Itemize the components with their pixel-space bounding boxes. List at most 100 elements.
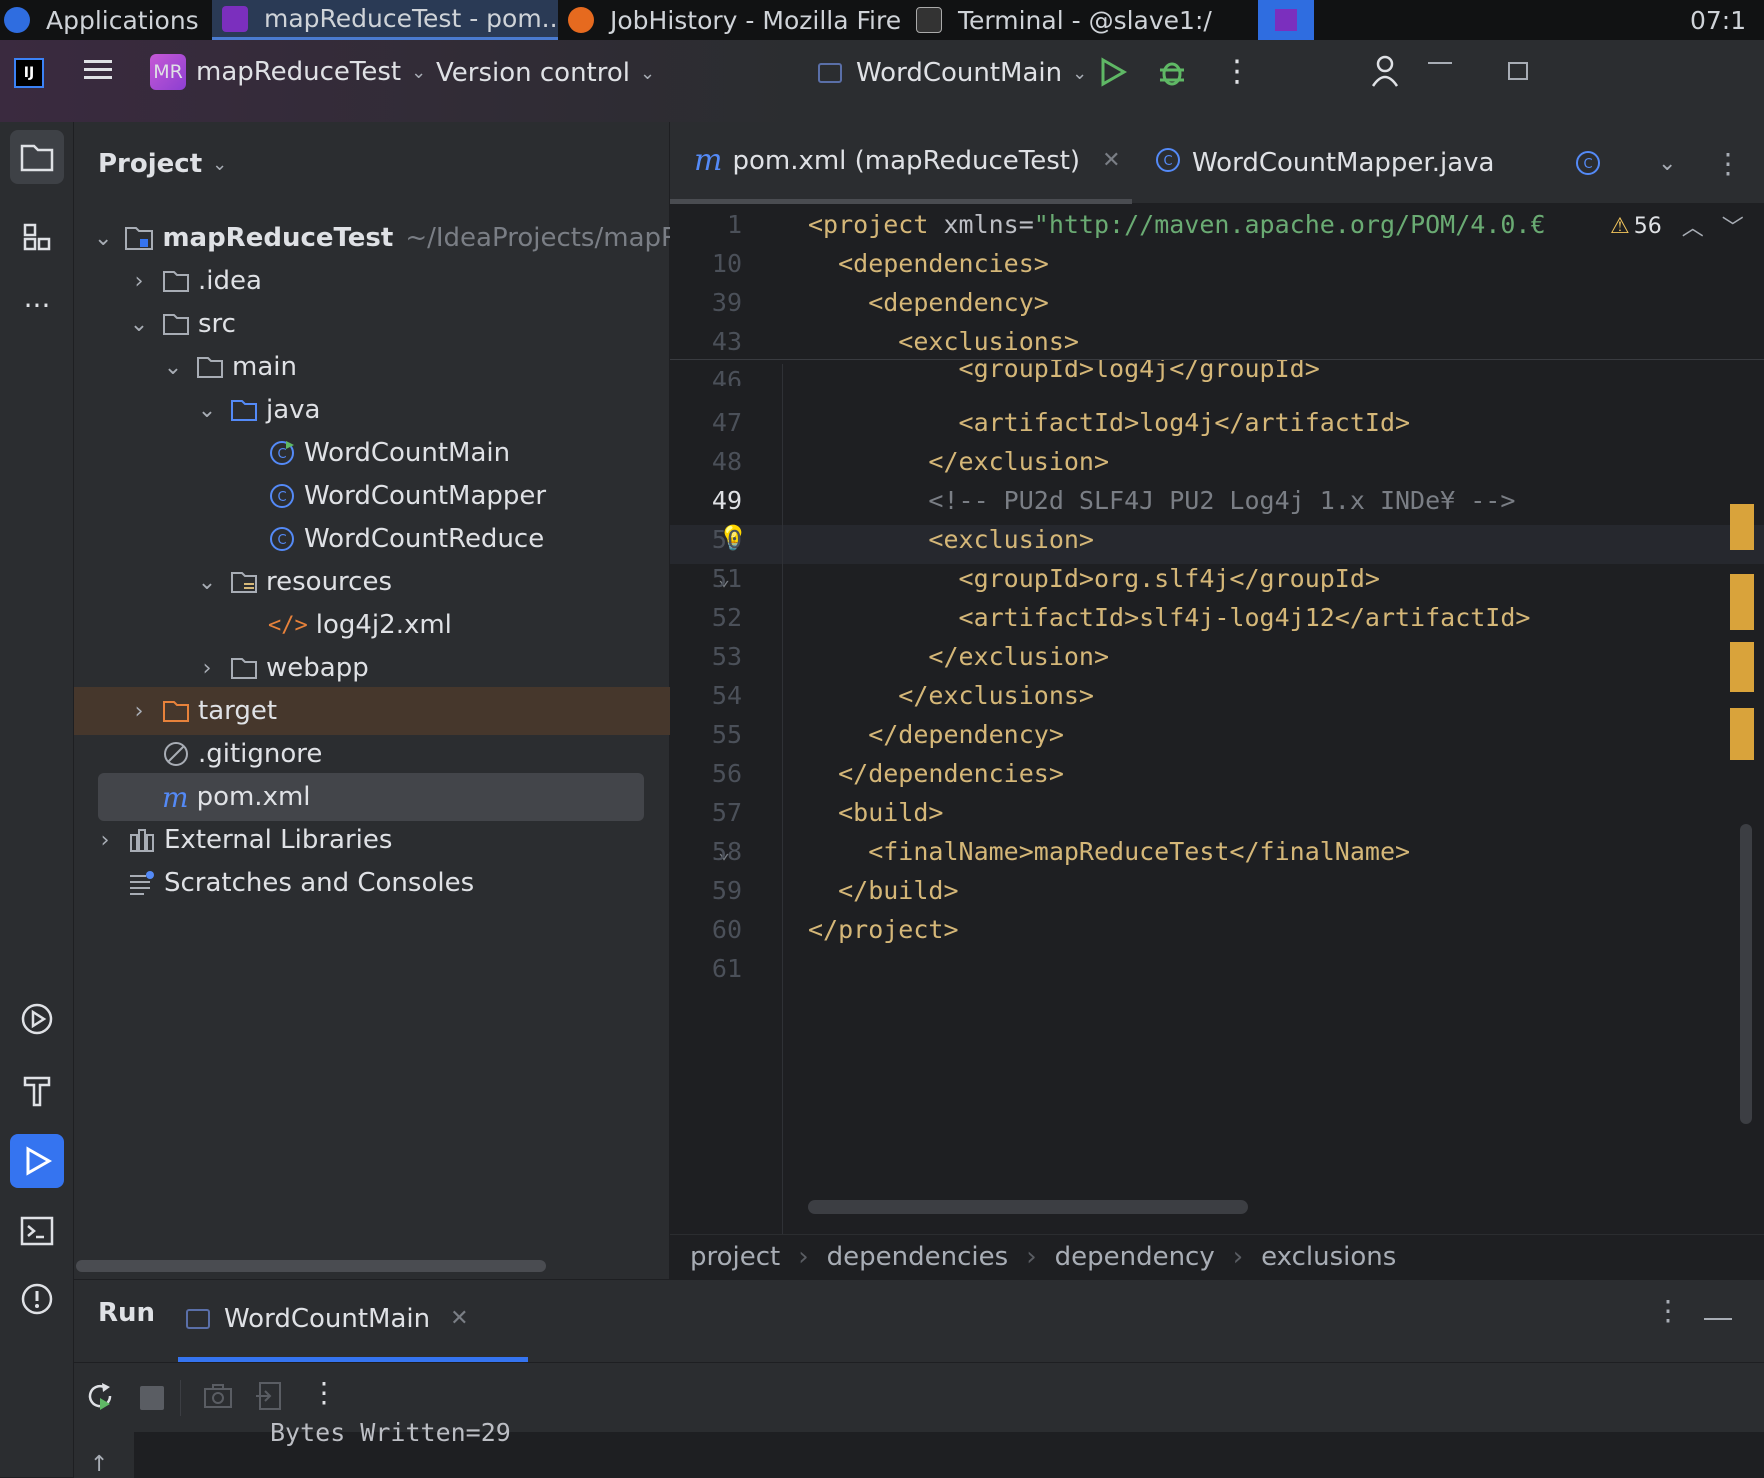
account-button[interactable] xyxy=(1370,54,1400,88)
tree-node-gitignore[interactable]: .gitignore xyxy=(74,730,670,778)
main-menu-button[interactable] xyxy=(82,54,114,86)
editor-v-scrollbar[interactable] xyxy=(1740,824,1752,1124)
chevron-down-icon: ⌄ xyxy=(1072,62,1088,84)
close-icon[interactable]: ✕ xyxy=(450,1306,468,1331)
run-tab-wordcountmain[interactable]: WordCountMain ✕ xyxy=(178,1280,528,1362)
folder-icon xyxy=(162,312,190,336)
excluded-folder-icon xyxy=(162,699,190,723)
console-area[interactable]: ↑ Bytes Written=29 xyxy=(74,1418,1764,1478)
code-line: </dependencies> xyxy=(808,759,1064,788)
tree-node-idea[interactable]: › .idea xyxy=(74,257,670,305)
run-config-selector[interactable]: WordCountMain ⌄ xyxy=(818,58,1087,88)
applications-icon xyxy=(4,7,30,33)
code-line: <artifactId>slf4j-log4j12</artifactId> xyxy=(808,603,1531,632)
tree-node-target[interactable]: › target xyxy=(74,687,670,735)
warning-icon: ⚠ xyxy=(1610,213,1630,239)
project-view-selector[interactable]: Project ⌄ xyxy=(98,140,398,188)
tree-node-log4j2[interactable]: </> log4j2.xml xyxy=(74,601,670,649)
taskbar-window-intellij[interactable]: mapReduceTest - pom.... xyxy=(212,0,558,40)
tree-node-src[interactable]: ⌄ src xyxy=(74,300,670,348)
run-tool-button[interactable] xyxy=(10,1134,64,1188)
chevron-down-icon: ⌄ xyxy=(129,311,149,337)
inspection-widget[interactable]: ⚠ 56 ︿ ﹀ xyxy=(1610,210,1744,242)
project-badge: MR xyxy=(150,54,186,90)
code-line: <artifactId>log4j</artifactId> xyxy=(808,408,1411,437)
breadcrumb-item[interactable]: project xyxy=(690,1242,780,1272)
problems-tool-button[interactable] xyxy=(10,1272,64,1326)
run-panel-title: Run xyxy=(98,1298,156,1328)
error-stripe-marker[interactable] xyxy=(1730,708,1754,760)
tree-node-wordcountreduce[interactable]: C WordCountReduce xyxy=(74,515,670,563)
error-stripe-marker[interactable] xyxy=(1730,642,1754,692)
restore-icon[interactable] xyxy=(1508,62,1528,80)
rerun-icon xyxy=(88,1383,112,1410)
code-line: <finalName>mapReduceTest</finalName> xyxy=(808,837,1411,866)
tree-node-scratches[interactable]: Scratches and Consoles xyxy=(74,859,670,907)
taskbar-window-terminal[interactable]: Terminal - @slave1:/ xyxy=(910,0,1240,40)
ide-header: IJ MR mapReduceTest ⌄ Version control ⌄ … xyxy=(0,40,1764,122)
terminal-tool-button[interactable] xyxy=(10,1204,64,1258)
more-actions-icon[interactable]: ⋮ xyxy=(1222,54,1252,89)
breadcrumb-item[interactable]: exclusions xyxy=(1261,1242,1396,1272)
run-config-icon xyxy=(818,63,842,83)
build-tool-button[interactable] xyxy=(10,1064,64,1118)
tree-node-pom[interactable]: m pom.xml xyxy=(98,773,644,821)
tab-pom[interactable]: m pom.xml (mapReduceTest) ✕ xyxy=(670,122,1132,204)
services-tool-button[interactable] xyxy=(10,992,64,1046)
error-stripe-marker[interactable] xyxy=(1730,574,1754,630)
chevron-down-icon[interactable]: ﹀ xyxy=(1722,210,1744,242)
screenshot-button[interactable] xyxy=(202,1380,234,1416)
chevron-right-icon: › xyxy=(134,268,144,294)
chevron-right-icon: › xyxy=(100,827,110,853)
svg-text:C: C xyxy=(277,447,286,462)
tree-node-wordcountmapper[interactable]: C WordCountMapper xyxy=(74,472,670,520)
version-control-menu[interactable]: Version control ⌄ xyxy=(436,58,655,88)
breadcrumb-separator-icon: › xyxy=(1232,1242,1244,1272)
chevron-down-icon: ⌄ xyxy=(163,354,183,380)
structure-tool-button[interactable] xyxy=(10,210,64,264)
run-minimize-icon[interactable] xyxy=(1704,1318,1732,1320)
tree-node-wordcountmain[interactable]: C WordCountMain xyxy=(74,429,670,477)
scroll-up-icon[interactable]: ↑ xyxy=(90,1452,108,1477)
taskbar-active-app[interactable] xyxy=(1258,0,1314,40)
tree-node-main[interactable]: ⌄ main xyxy=(74,343,670,391)
taskbar-window-firefox[interactable]: JobHistory - Mozilla Fire... xyxy=(562,0,902,40)
rerun-button[interactable] xyxy=(84,1380,116,1416)
chevron-down-icon: ⌄ xyxy=(94,225,113,251)
run-toolbar-more-icon[interactable]: ⋮ xyxy=(310,1376,338,1409)
tabs-more-icon[interactable]: ⋮ xyxy=(1714,122,1742,204)
applications-menu[interactable]: Applications xyxy=(4,0,214,40)
stop-icon[interactable] xyxy=(140,1386,164,1410)
minimize-icon[interactable] xyxy=(1428,62,1452,64)
run-toolbar-divider xyxy=(74,1362,1764,1363)
exit-button[interactable] xyxy=(254,1380,286,1416)
ide-logo-icon: IJ xyxy=(14,58,44,88)
tabs-dropdown-icon[interactable]: ⌄ xyxy=(1658,122,1676,204)
error-stripe-marker[interactable] xyxy=(1730,504,1754,550)
close-icon[interactable]: ✕ xyxy=(1102,148,1120,173)
tree-node-resources[interactable]: ⌄ resources xyxy=(74,558,670,606)
run-more-icon[interactable]: ⋮ xyxy=(1654,1294,1682,1327)
more-tools-icon[interactable]: ··· xyxy=(10,278,64,332)
code-editor[interactable]: 1 <project xmlns="http://maven.apache.or… xyxy=(670,204,1764,1234)
code-line: </exclusions> xyxy=(808,681,1094,710)
chevron-right-icon: › xyxy=(202,655,212,681)
debug-button[interactable] xyxy=(1156,56,1188,88)
editor-h-scrollbar[interactable] xyxy=(808,1200,1248,1214)
tree-node-java[interactable]: ⌄ java xyxy=(74,386,670,434)
breadcrumb-item[interactable]: dependency xyxy=(1055,1242,1215,1272)
breadcrumb-item[interactable]: dependencies xyxy=(827,1242,1009,1272)
hamburger-icon xyxy=(84,60,112,79)
tab-wordcountmapper[interactable]: C WordCountMapper.java xyxy=(1154,122,1494,204)
tab-overflow-class-icon[interactable]: C xyxy=(1574,122,1602,204)
project-tool-button[interactable] xyxy=(10,130,64,184)
tree-node-webapp[interactable]: › webapp xyxy=(74,644,670,692)
run-panel: Run WordCountMain ✕ ⋮ ⋮ ↑ Bytes Written=… xyxy=(74,1279,1764,1478)
tree-node-external-libraries[interactable]: › External Libraries xyxy=(74,816,670,864)
chevron-up-icon[interactable]: ︿ xyxy=(1682,210,1704,242)
tree-node-root[interactable]: ⌄ mapReduceTest ~/IdeaProjects/mapRe xyxy=(74,214,694,262)
project-h-scrollbar[interactable] xyxy=(76,1260,546,1272)
run-button[interactable] xyxy=(1096,56,1128,88)
maven-icon: m xyxy=(162,780,189,814)
project-switcher[interactable]: MR mapReduceTest ⌄ xyxy=(150,54,426,90)
